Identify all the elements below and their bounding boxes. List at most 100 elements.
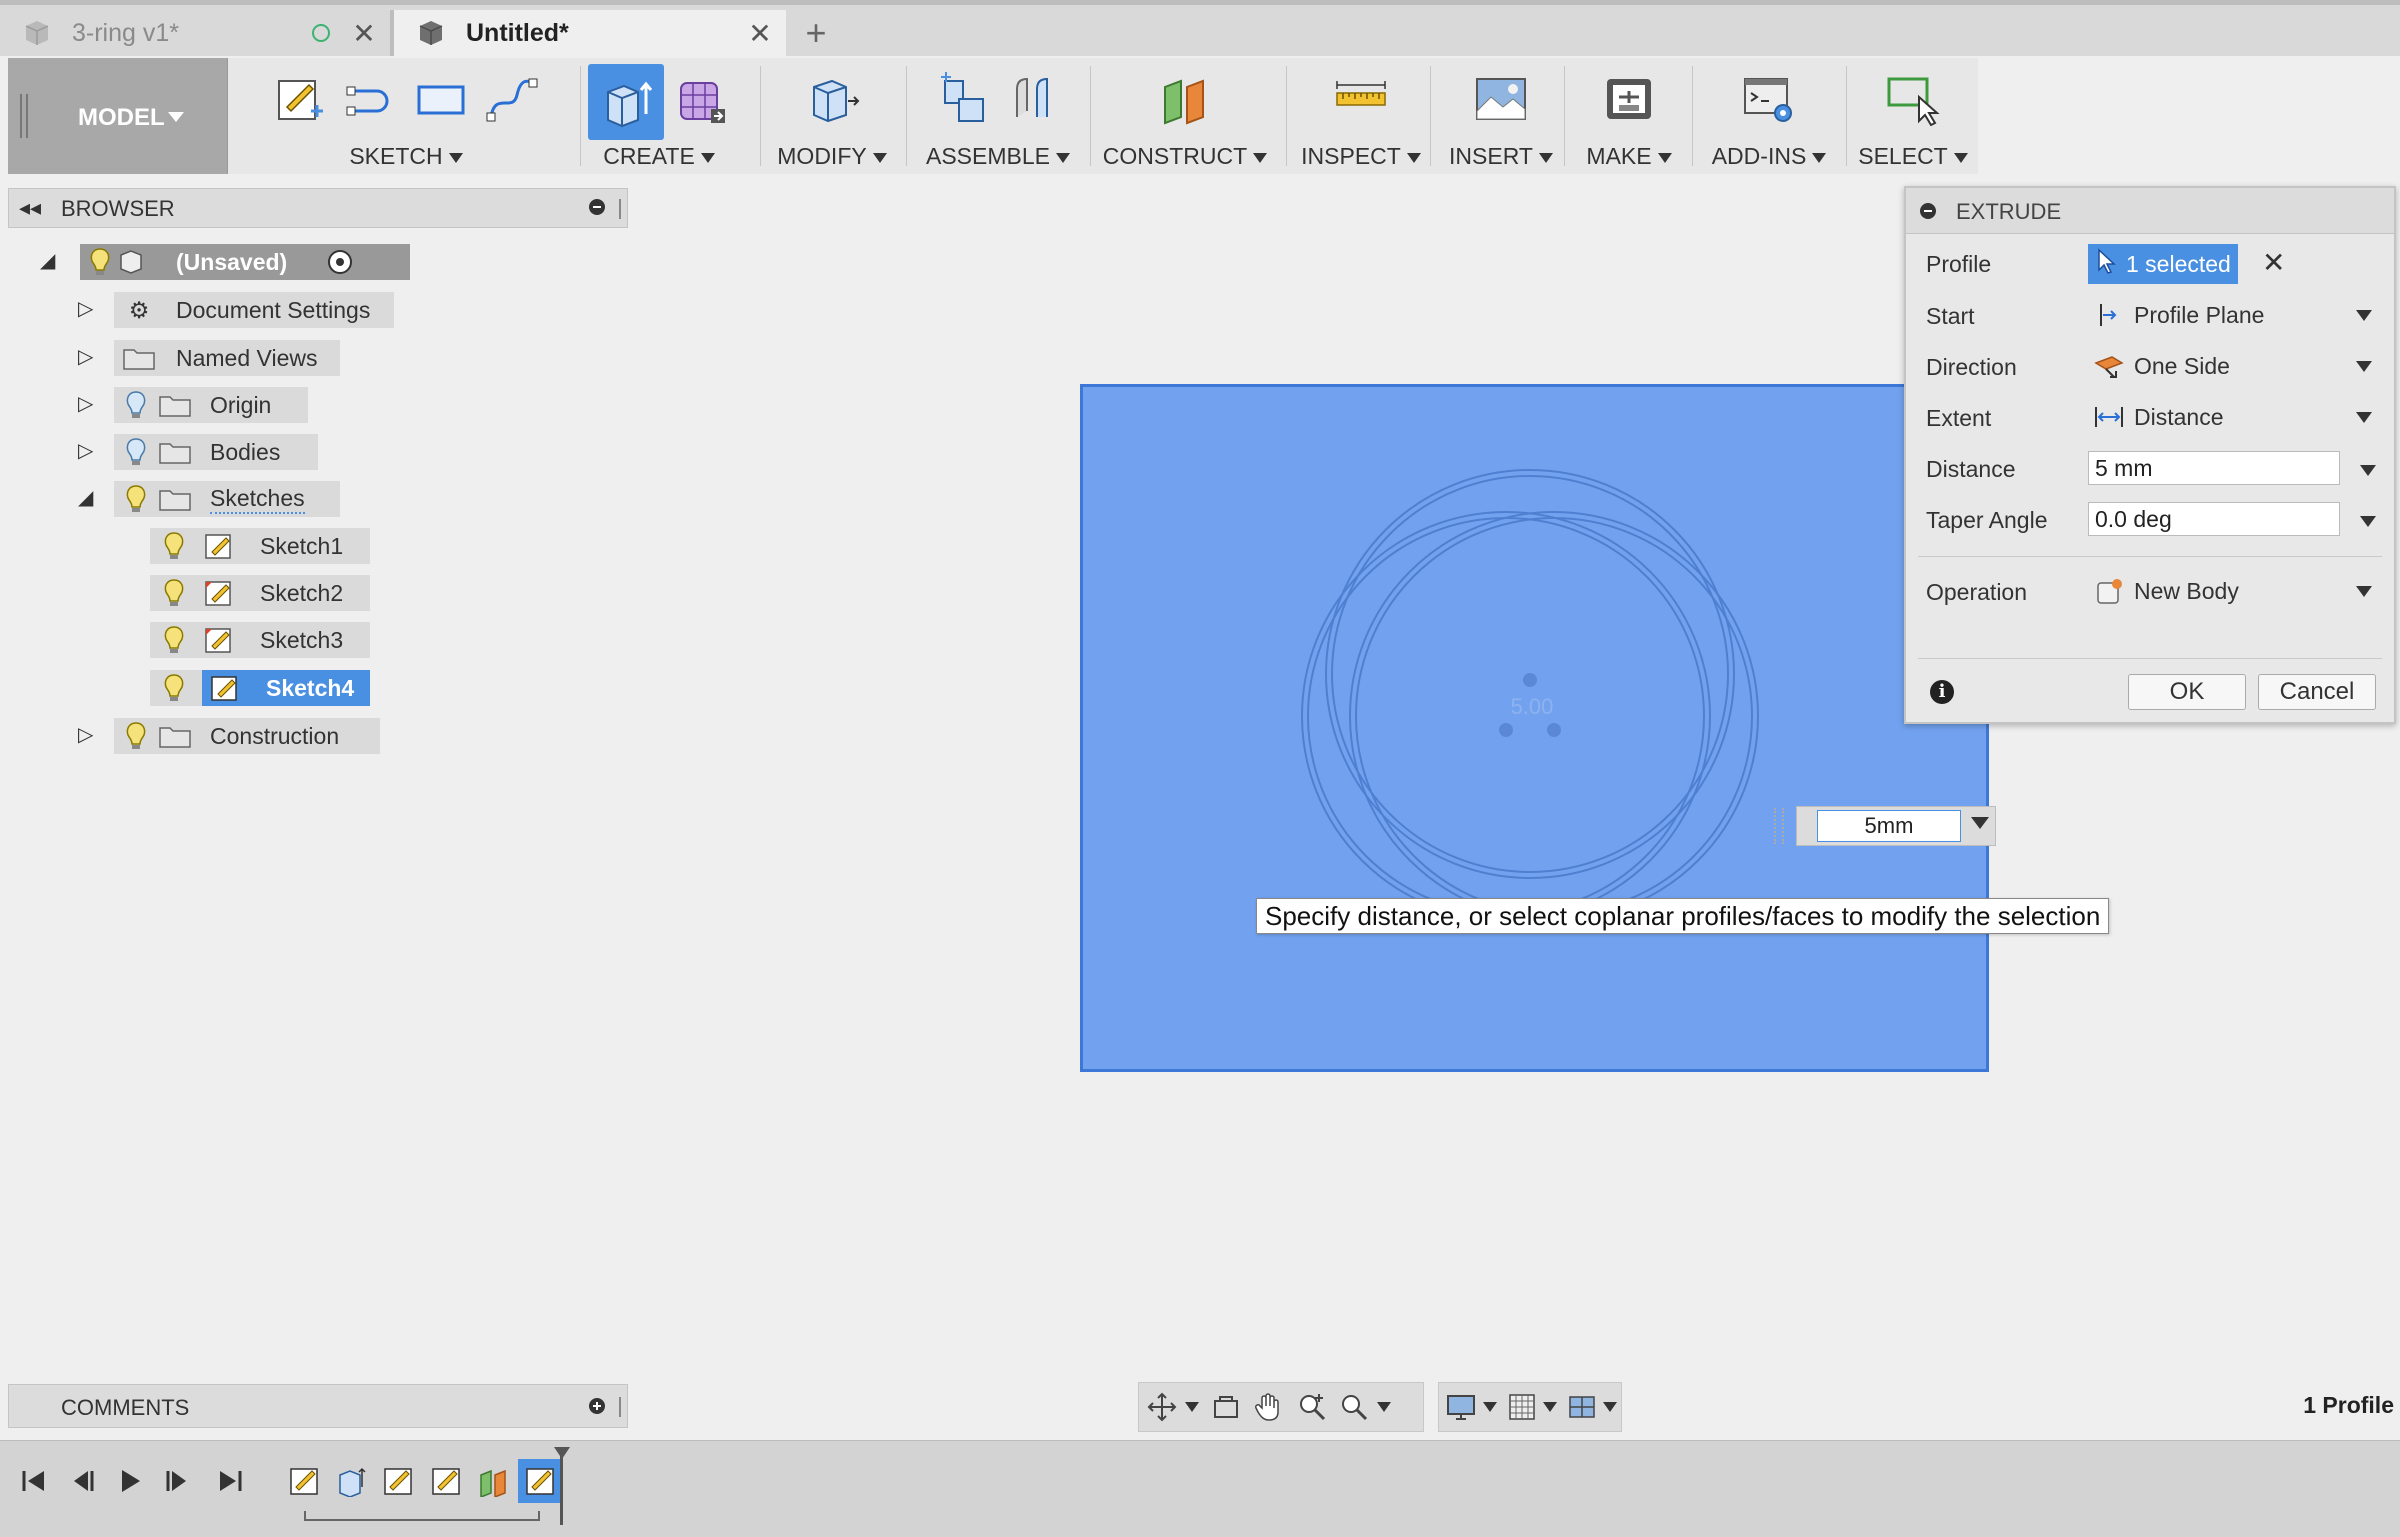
expand-triangle-icon[interactable]: ▷ <box>78 296 93 321</box>
tab-3-ring[interactable]: 3-ring v1* ✕ <box>0 10 390 56</box>
add-ins-menu[interactable]: ADD-INS <box>1694 143 1844 170</box>
chevron-down-icon[interactable] <box>1603 1402 1618 1412</box>
cancel-button[interactable]: Cancel <box>2258 674 2376 710</box>
viewports-icon[interactable] <box>1567 1387 1597 1427</box>
form-icon[interactable] <box>672 70 730 128</box>
close-tab-icon[interactable]: ✕ <box>742 17 778 50</box>
arc-icon[interactable] <box>342 70 400 128</box>
chevron-down-icon[interactable] <box>2360 516 2376 527</box>
toolbar-group-sketch: SKETCH <box>234 58 578 174</box>
taper-angle-field[interactable]: 0.0 deg <box>2088 502 2340 536</box>
zoom-icon[interactable] <box>1293 1387 1331 1427</box>
close-tab-icon[interactable]: ✕ <box>346 17 382 50</box>
visibility-bulb-icon[interactable] <box>122 720 150 752</box>
ok-button[interactable]: OK <box>2128 674 2246 710</box>
activate-radio-icon[interactable] <box>328 250 352 274</box>
construct-menu[interactable]: CONSTRUCT <box>1092 143 1278 170</box>
chevron-down-icon[interactable] <box>1377 1402 1391 1412</box>
make-menu[interactable]: MAKE <box>1566 143 1692 170</box>
new-tab-plus-icon[interactable]: + <box>796 13 836 53</box>
visibility-bulb-icon[interactable] <box>160 624 188 656</box>
modify-menu[interactable]: MODIFY <box>762 143 902 170</box>
visibility-bulb-off-icon[interactable] <box>122 436 150 468</box>
expand-triangle-icon[interactable]: ▷ <box>78 344 93 369</box>
step-back-icon[interactable] <box>64 1463 100 1499</box>
chevron-down-icon[interactable] <box>1542 1402 1557 1412</box>
expand-triangle-icon[interactable]: ▷ <box>78 391 93 416</box>
visibility-bulb-icon[interactable] <box>86 246 114 278</box>
workspace-switcher[interactable]: MODEL <box>8 58 228 174</box>
clear-selection-icon[interactable]: ✕ <box>2262 246 2285 279</box>
timeline-sketch-icon[interactable] <box>380 1463 416 1499</box>
offset-plane-icon[interactable] <box>1156 70 1214 128</box>
panel-resize-grip-icon[interactable] <box>619 1397 621 1417</box>
distance-field[interactable]: 5 mm <box>2088 451 2340 485</box>
pan-hand-icon[interactable] <box>1249 1387 1287 1427</box>
timeline-marker[interactable] <box>554 1447 570 1525</box>
insert-image-icon[interactable] <box>1472 70 1530 128</box>
direction-select[interactable]: One Side <box>2088 347 2374 385</box>
insert-menu[interactable]: INSERT <box>1432 143 1570 170</box>
panel-resize-grip-icon[interactable] <box>619 199 621 219</box>
toolbar-grip-icon[interactable] <box>20 94 28 138</box>
chevron-down-icon[interactable] <box>1185 1402 1199 1412</box>
timeline-sketch-active-icon[interactable] <box>518 1459 562 1503</box>
operation-select[interactable]: New Body <box>2088 572 2374 610</box>
grid-snaps-icon[interactable] <box>1507 1387 1537 1427</box>
joint-icon[interactable] <box>1004 70 1062 128</box>
orbit-icon[interactable] <box>1145 1387 1179 1427</box>
chevron-down-icon[interactable] <box>1971 817 1989 829</box>
zoom-window-icon[interactable] <box>1337 1387 1371 1427</box>
manipulator-drag-handle-icon[interactable] <box>1774 808 1784 844</box>
step-forward-icon[interactable] <box>160 1463 196 1499</box>
collapse-panel-icon[interactable]: ◂◂ <box>19 195 41 221</box>
start-select[interactable]: Profile Plane <box>2088 296 2374 334</box>
tab-untitled[interactable]: Untitled* ✕ <box>394 10 786 56</box>
sketch-menu[interactable]: SKETCH <box>234 143 578 170</box>
extent-select[interactable]: Distance <box>2088 398 2374 436</box>
scripts-addins-icon[interactable] <box>1740 70 1798 128</box>
look-at-icon[interactable] <box>1209 1387 1243 1427</box>
minimize-panel-icon[interactable] <box>589 199 605 215</box>
inspect-menu[interactable]: INSPECT <box>1288 143 1434 170</box>
press-pull-icon[interactable] <box>803 70 861 128</box>
distance-inline-input[interactable]: 5mm <box>1817 810 1961 842</box>
timeline-plane-icon[interactable] <box>476 1463 512 1499</box>
tree-node-label: Document Settings <box>176 296 371 323</box>
comments-title: COMMENTS <box>61 1395 190 1420</box>
select-icon[interactable] <box>1884 70 1942 128</box>
chevron-down-icon[interactable] <box>1482 1402 1497 1412</box>
timeline-sketch-icon[interactable] <box>428 1463 464 1499</box>
expand-triangle-icon[interactable]: ▷ <box>78 722 93 747</box>
display-settings-icon[interactable] <box>1445 1387 1477 1427</box>
spline-icon[interactable] <box>482 70 540 128</box>
expand-triangle-icon[interactable]: ▷ <box>78 438 93 463</box>
new-component-icon[interactable] <box>934 70 992 128</box>
create-menu[interactable]: CREATE <box>582 143 736 170</box>
minimize-dialog-icon[interactable] <box>1920 203 1936 219</box>
visibility-bulb-icon[interactable] <box>122 483 150 515</box>
timeline-extrude-icon[interactable] <box>332 1463 368 1499</box>
rectangle-icon[interactable] <box>412 70 470 128</box>
visibility-bulb-icon[interactable] <box>160 577 188 609</box>
chevron-down-icon[interactable] <box>2360 465 2376 476</box>
go-to-start-icon[interactable] <box>16 1463 52 1499</box>
play-icon[interactable] <box>112 1463 148 1499</box>
visibility-bulb-icon[interactable] <box>160 530 188 562</box>
measure-icon[interactable] <box>1332 70 1390 128</box>
extrude-icon[interactable] <box>588 64 664 140</box>
create-sketch-icon[interactable] <box>272 70 330 128</box>
add-comment-icon[interactable] <box>589 1398 605 1414</box>
visibility-bulb-icon[interactable] <box>160 672 188 704</box>
timeline-sketch-icon[interactable] <box>286 1463 322 1499</box>
assemble-menu[interactable]: ASSEMBLE <box>908 143 1088 170</box>
select-menu[interactable]: SELECT <box>1848 143 1978 170</box>
collapse-triangle-icon[interactable]: ◢ <box>78 485 93 510</box>
collapse-triangle-icon[interactable]: ◢ <box>40 248 55 273</box>
go-to-end-icon[interactable] <box>212 1463 248 1499</box>
visibility-bulb-off-icon[interactable] <box>122 389 150 421</box>
3d-print-icon[interactable] <box>1600 70 1658 128</box>
info-icon[interactable]: i <box>1930 680 1954 704</box>
profile-selection-chip[interactable]: 1 selected <box>2088 244 2238 284</box>
extrude-dialog-header[interactable]: EXTRUDE <box>1906 188 2394 234</box>
